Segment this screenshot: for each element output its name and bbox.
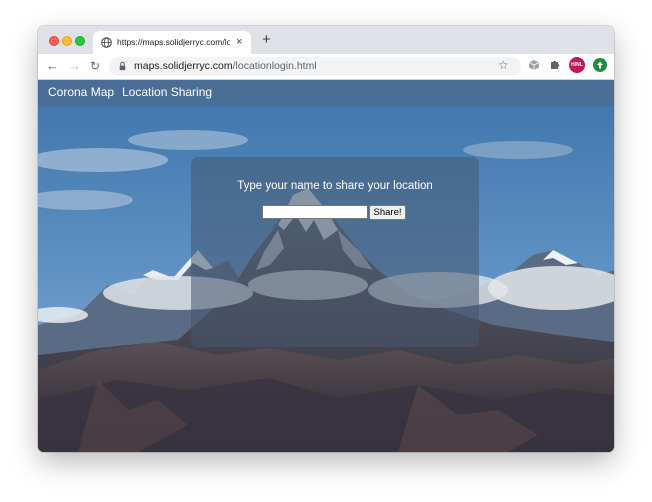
star-icon[interactable]: ☆	[498, 58, 509, 72]
tab-strip: https://maps.solidjerryc.com/locationlog…	[38, 26, 614, 54]
share-prompt-text: Type your name to share your location	[237, 180, 433, 192]
minimize-window-button[interactable]	[62, 36, 72, 46]
site-navbar: Corona Map Location Sharing	[38, 80, 614, 106]
reload-icon[interactable]: ↻	[90, 58, 100, 74]
address-bar[interactable]: maps.solidjerryc.com/locationlogin.html	[109, 57, 521, 76]
green-extension-icon[interactable]	[593, 58, 607, 72]
share-location-panel: Type your name to share your location Sh…	[191, 157, 479, 347]
nav-link-location-sharing[interactable]: Location Sharing	[122, 85, 212, 100]
web-page: Corona Map Location Sharing Type your na…	[38, 80, 614, 452]
lock-icon	[119, 61, 126, 71]
url-path: /locationlogin.html	[232, 60, 317, 72]
fullscreen-window-button[interactable]	[75, 36, 85, 46]
browser-tab[interactable]: https://maps.solidjerryc.com/locationlog…	[93, 31, 251, 54]
url-text: maps.solidjerryc.com/locationlogin.html	[134, 60, 317, 73]
share-button[interactable]: Share!	[369, 205, 406, 220]
puzzle-icon[interactable]	[549, 59, 561, 71]
profile-avatar[interactable]: HINL	[569, 57, 585, 73]
globe-icon	[101, 37, 112, 48]
arrow-up-icon	[597, 61, 603, 69]
back-arrow-icon[interactable]: ←	[46, 58, 59, 74]
url-host: maps.solidjerryc.com	[134, 60, 233, 72]
close-icon[interactable]: ×	[236, 35, 242, 49]
browser-toolbar: ← → ↻ maps.solidjerryc.com/locationlogin…	[38, 54, 614, 80]
close-window-button[interactable]	[49, 36, 59, 46]
cube-extension-icon[interactable]	[528, 59, 540, 71]
browser-window: https://maps.solidjerryc.com/locationlog…	[38, 26, 614, 452]
name-input[interactable]	[262, 205, 368, 219]
plus-icon[interactable]: +	[262, 32, 271, 48]
tab-title: https://maps.solidjerryc.com/locationlog…	[117, 37, 230, 47]
forward-arrow-icon[interactable]: →	[68, 58, 81, 74]
nav-link-corona-map[interactable]: Corona Map	[48, 85, 114, 100]
